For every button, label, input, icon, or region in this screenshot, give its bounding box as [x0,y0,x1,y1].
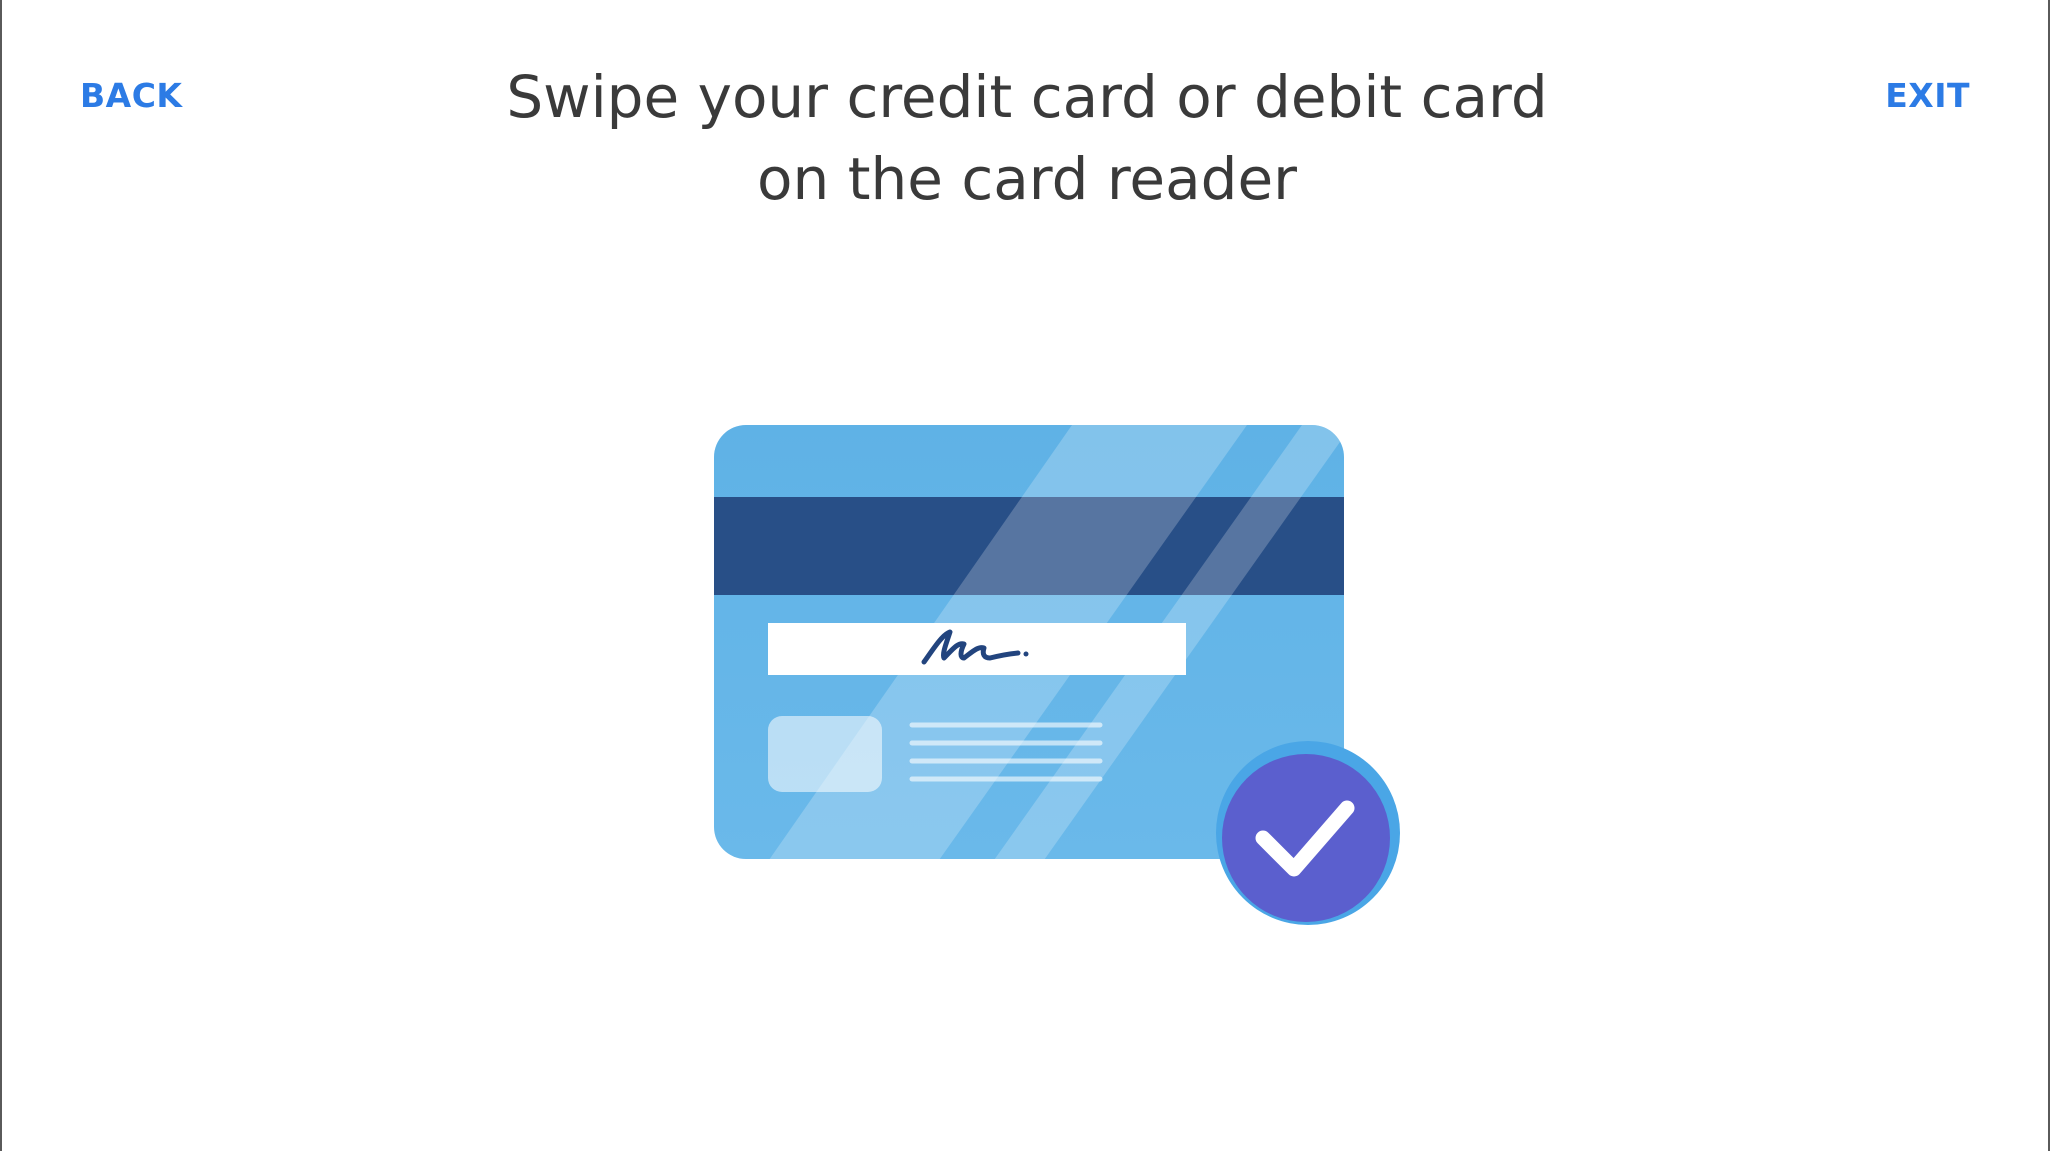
swipe-card-screen: BACK Swipe your credit card or debit car… [0,0,2050,1151]
card-chip [768,716,882,792]
title-line-2: on the card reader [757,145,1297,213]
page-title: Swipe your credit card or debit card on … [2,56,2050,220]
check-circle-icon [1216,741,1400,925]
exit-button[interactable]: EXIT [1885,76,1970,115]
title-line-1: Swipe your credit card or debit card [506,63,1548,131]
check-badge-circle [1222,754,1390,922]
credit-card-illustration [714,425,1400,925]
signature-dot [1023,651,1029,657]
